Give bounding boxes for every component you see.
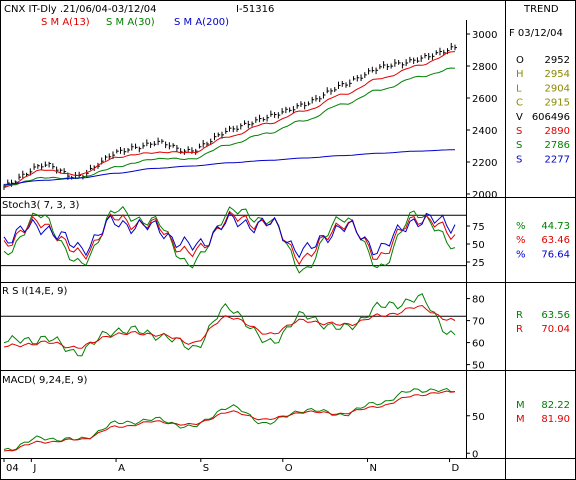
stoch-title: Stoch3( 7, 3, 3) <box>2 200 79 211</box>
sma200-label: S M A(200) <box>174 17 229 28</box>
info-value: 2890 <box>545 126 570 137</box>
info-key: S <box>516 126 522 137</box>
y-tick-label: 25 <box>472 258 485 269</box>
info-value: 76.64 <box>541 249 570 260</box>
x-tick-label: J <box>32 463 36 474</box>
y-tick-label: 70 <box>472 317 485 328</box>
sma13-label: S M A(13) <box>41 17 90 28</box>
x-tick-label: D <box>452 463 460 474</box>
info-value: 2786 <box>545 140 570 151</box>
x-tick-label: 04 <box>6 463 19 474</box>
y-tick-label: 2400 <box>472 126 497 137</box>
volume-label: I-51316 <box>236 4 274 15</box>
info-value: 2954 <box>545 69 570 80</box>
x-tick-label: A <box>118 463 125 474</box>
y-tick-label: 50 <box>472 361 485 372</box>
info-value: 2904 <box>545 83 570 94</box>
info-value: 81.90 <box>541 414 570 425</box>
info-key: R <box>516 310 523 321</box>
info-value: 606496 <box>532 112 570 123</box>
info-key: R <box>516 324 523 335</box>
info-key: V <box>516 112 523 123</box>
y-tick-label: 60 <box>472 339 485 350</box>
info-stoch-values: % 44.73% 63.46% 76.64 <box>516 221 570 260</box>
chart-title: CNX IT-Dly .21/06/04-03/12/04 <box>4 4 156 15</box>
y-tick-label: 50 <box>472 412 485 423</box>
info-key: % <box>516 249 526 260</box>
rsi-title: R S I(14,E, 9) <box>2 286 67 297</box>
y-tick-label: 2200 <box>472 158 497 169</box>
info-key: O <box>516 55 524 66</box>
info-key: % <box>516 221 526 232</box>
info-value: 44.73 <box>541 221 570 232</box>
info-value: 2952 <box>545 55 570 66</box>
y-tick-label: 2600 <box>472 94 497 105</box>
info-value: 70.04 <box>541 324 570 335</box>
y-tick-label: 50 <box>472 240 485 251</box>
y-tick-label: 2000 <box>472 190 497 201</box>
sma30-label: S M A(30) <box>106 17 155 28</box>
info-value: 63.46 <box>541 235 570 246</box>
info-key: S <box>516 154 522 165</box>
macd-title: MACD( 9,24,E, 9) <box>2 375 88 386</box>
technical-chart: CNX IT-Dly .21/06/04-03/12/04 I-51316 TR… <box>0 0 576 480</box>
trend-label: TREND <box>523 4 559 15</box>
info-key: % <box>516 235 526 246</box>
y-tick-label: 0 <box>472 449 478 460</box>
info-key: L <box>516 83 522 94</box>
x-tick-label: N <box>370 463 377 474</box>
y-tick-label: 80 <box>472 295 485 306</box>
y-tick-label: 3000 <box>472 30 497 41</box>
info-date: F 03/12/04 <box>509 28 563 39</box>
x-tick-label: S <box>203 463 209 474</box>
info-value: 63.56 <box>541 310 570 321</box>
info-key: C <box>516 98 523 109</box>
info-key: M <box>516 400 525 411</box>
y-tick-label: 75 <box>472 222 485 233</box>
info-value: 2277 <box>545 154 570 165</box>
info-value: 82.22 <box>541 400 570 411</box>
info-key: M <box>516 414 525 425</box>
x-tick-label: O <box>285 463 293 474</box>
info-key: S <box>516 140 522 151</box>
info-key: H <box>516 69 524 80</box>
info-value: 2915 <box>545 98 570 109</box>
y-tick-label: 2800 <box>472 62 497 73</box>
